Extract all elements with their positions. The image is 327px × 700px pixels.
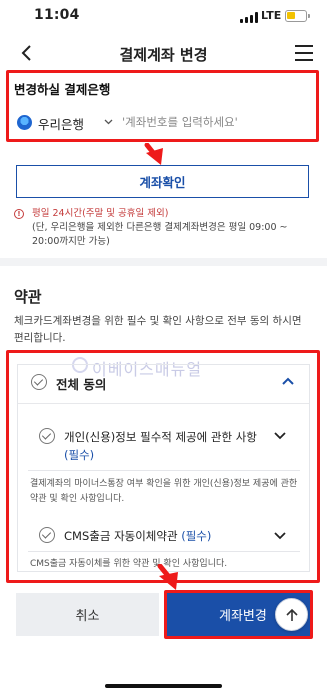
terms-item-divider <box>28 470 300 471</box>
account-number-input[interactable] <box>122 112 307 132</box>
terms-item-title: 개인(신용)정보 필수적 제공에 관한 사항 <box>64 430 257 444</box>
hamburger-menu-icon <box>295 45 313 47</box>
page-title: 결제계좌 변경 <box>119 46 208 64</box>
arrow-up-icon <box>285 608 298 621</box>
battery-icon <box>285 10 310 22</box>
terms-item-title: CMS출금 자동이체약관 <box>64 529 178 543</box>
section-divider <box>0 258 327 266</box>
bank-section-heading: 변경하실 결제은행 <box>14 82 111 97</box>
notice-hours: 평일 24시간(주말 및 공휴일 제외) <box>32 208 169 219</box>
notice-detail: (단, 우리은행을 제외한 다른은행 결제계좌변경은 평일 09:00 ~ 20… <box>32 222 288 247</box>
highlight-arrow-icon <box>157 564 178 590</box>
terms-item-label[interactable]: CMS출금 자동이체약관 (필수) <box>64 528 211 544</box>
all-agree-checkbox[interactable] <box>31 374 47 390</box>
info-icon: ! <box>14 209 24 219</box>
terms-item-description: 결제계좌의 마이너스통장 여부 확인을 위한 개인(신용)정보 제공에 관한 약… <box>30 479 298 504</box>
signal-icon <box>240 12 258 23</box>
chevron-up-icon[interactable] <box>281 376 295 386</box>
terms-title: 약관 <box>14 288 42 306</box>
highlight-arrow-icon <box>144 143 163 165</box>
network-label: LTE <box>261 9 282 22</box>
app-header: 결제계좌 변경 <box>0 34 327 74</box>
status-bar: 11:04 LTE <box>0 0 327 34</box>
terms-item-checkbox[interactable] <box>39 428 55 444</box>
bank-select[interactable]: 우리은행 <box>38 114 84 133</box>
terms-item-label[interactable]: 개인(신용)정보 필수적 제공에 관한 사항 <box>64 429 257 445</box>
account-confirm-button[interactable]: 계좌확인 <box>16 165 309 198</box>
home-indicator <box>105 684 222 688</box>
terms-divider <box>18 403 309 404</box>
chevron-down-icon[interactable] <box>104 117 113 126</box>
menu-button[interactable] <box>295 45 313 61</box>
required-badge: (필수) <box>181 529 212 543</box>
cancel-button[interactable]: 취소 <box>16 593 159 636</box>
required-badge: (필수) <box>64 448 95 462</box>
terms-description: 체크카드계좌변경을 위한 필수 및 확인 사항으로 전부 동의 하시면 편리합니… <box>14 315 302 344</box>
terms-item-checkbox[interactable] <box>39 527 55 543</box>
scroll-top-button[interactable] <box>275 598 308 631</box>
chevron-down-icon[interactable] <box>274 432 286 440</box>
terms-item-divider <box>28 551 300 552</box>
all-agree-label: 전체 동의 <box>56 377 107 392</box>
bank-logo-icon <box>17 115 32 130</box>
chevron-down-icon[interactable] <box>274 532 286 540</box>
status-time: 11:04 <box>34 7 80 23</box>
